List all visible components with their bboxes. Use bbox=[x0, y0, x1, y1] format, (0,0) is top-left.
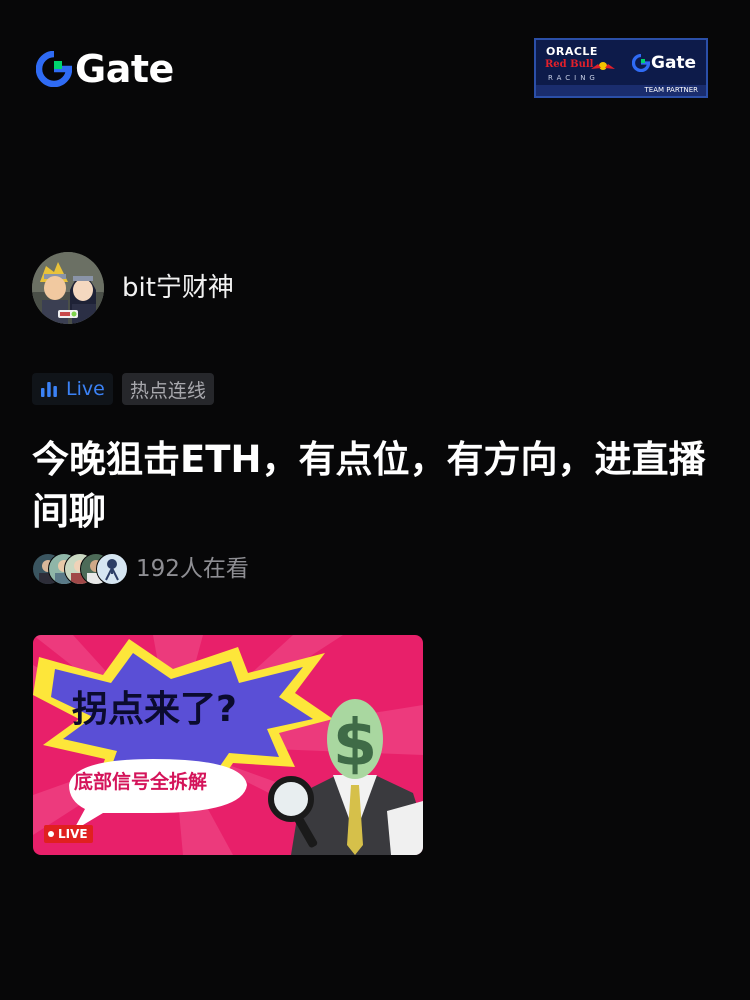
avatar-image bbox=[32, 252, 104, 324]
stream-title[interactable]: 今晚狙击ETH，有点位，有方向，进直播间聊 bbox=[32, 434, 722, 538]
live-badge-label: LIVE bbox=[58, 827, 88, 841]
partner-gate-text: Gate bbox=[651, 53, 697, 73]
thumbnail-artwork: $ bbox=[33, 635, 423, 855]
gate-logo-small-icon bbox=[632, 54, 650, 72]
viewer-count: 192人在看 bbox=[136, 556, 249, 582]
partner-gate-logo: Gate bbox=[632, 53, 696, 73]
viewer-info: 192人在看 bbox=[32, 552, 249, 586]
live-tag-label: Live bbox=[66, 378, 105, 400]
partner-oracle-text: ORACLE bbox=[546, 45, 598, 58]
host-avatar[interactable] bbox=[32, 252, 104, 324]
topic-tag-label: 热点连线 bbox=[129, 379, 206, 402]
logo-text: Gate bbox=[75, 47, 174, 91]
redbull-icon bbox=[591, 62, 615, 70]
tag-row: Live 热点连线 bbox=[32, 373, 214, 405]
partner-racing-text: RACING bbox=[548, 74, 599, 82]
partner-tag-text: TEAM PARTNER bbox=[644, 86, 698, 94]
thumbnail-subtitle: 底部信号全拆解 bbox=[74, 771, 208, 793]
stream-thumbnail[interactable]: $ bbox=[33, 635, 423, 855]
gate-logo: Gate bbox=[36, 50, 174, 88]
bar-chart-icon bbox=[41, 382, 57, 397]
svg-text:$: $ bbox=[333, 707, 378, 781]
live-dot-icon bbox=[48, 831, 54, 837]
thumbnail-title: 拐点来了? bbox=[72, 689, 237, 730]
host-username[interactable]: bit宁财神 bbox=[122, 270, 234, 306]
viewer-avatars bbox=[32, 552, 130, 586]
topic-tag[interactable]: 热点连线 bbox=[121, 373, 214, 405]
live-tag[interactable]: Live bbox=[32, 373, 113, 405]
viewer-avatar bbox=[96, 553, 128, 585]
gate-logo-icon bbox=[36, 51, 72, 87]
partner-redbull-text: Red Bull bbox=[545, 59, 594, 70]
team-partner-badge: ORACLE Red Bull RACING Gate TEAM PARTNER bbox=[534, 38, 708, 98]
live-badge: LIVE bbox=[44, 825, 93, 843]
